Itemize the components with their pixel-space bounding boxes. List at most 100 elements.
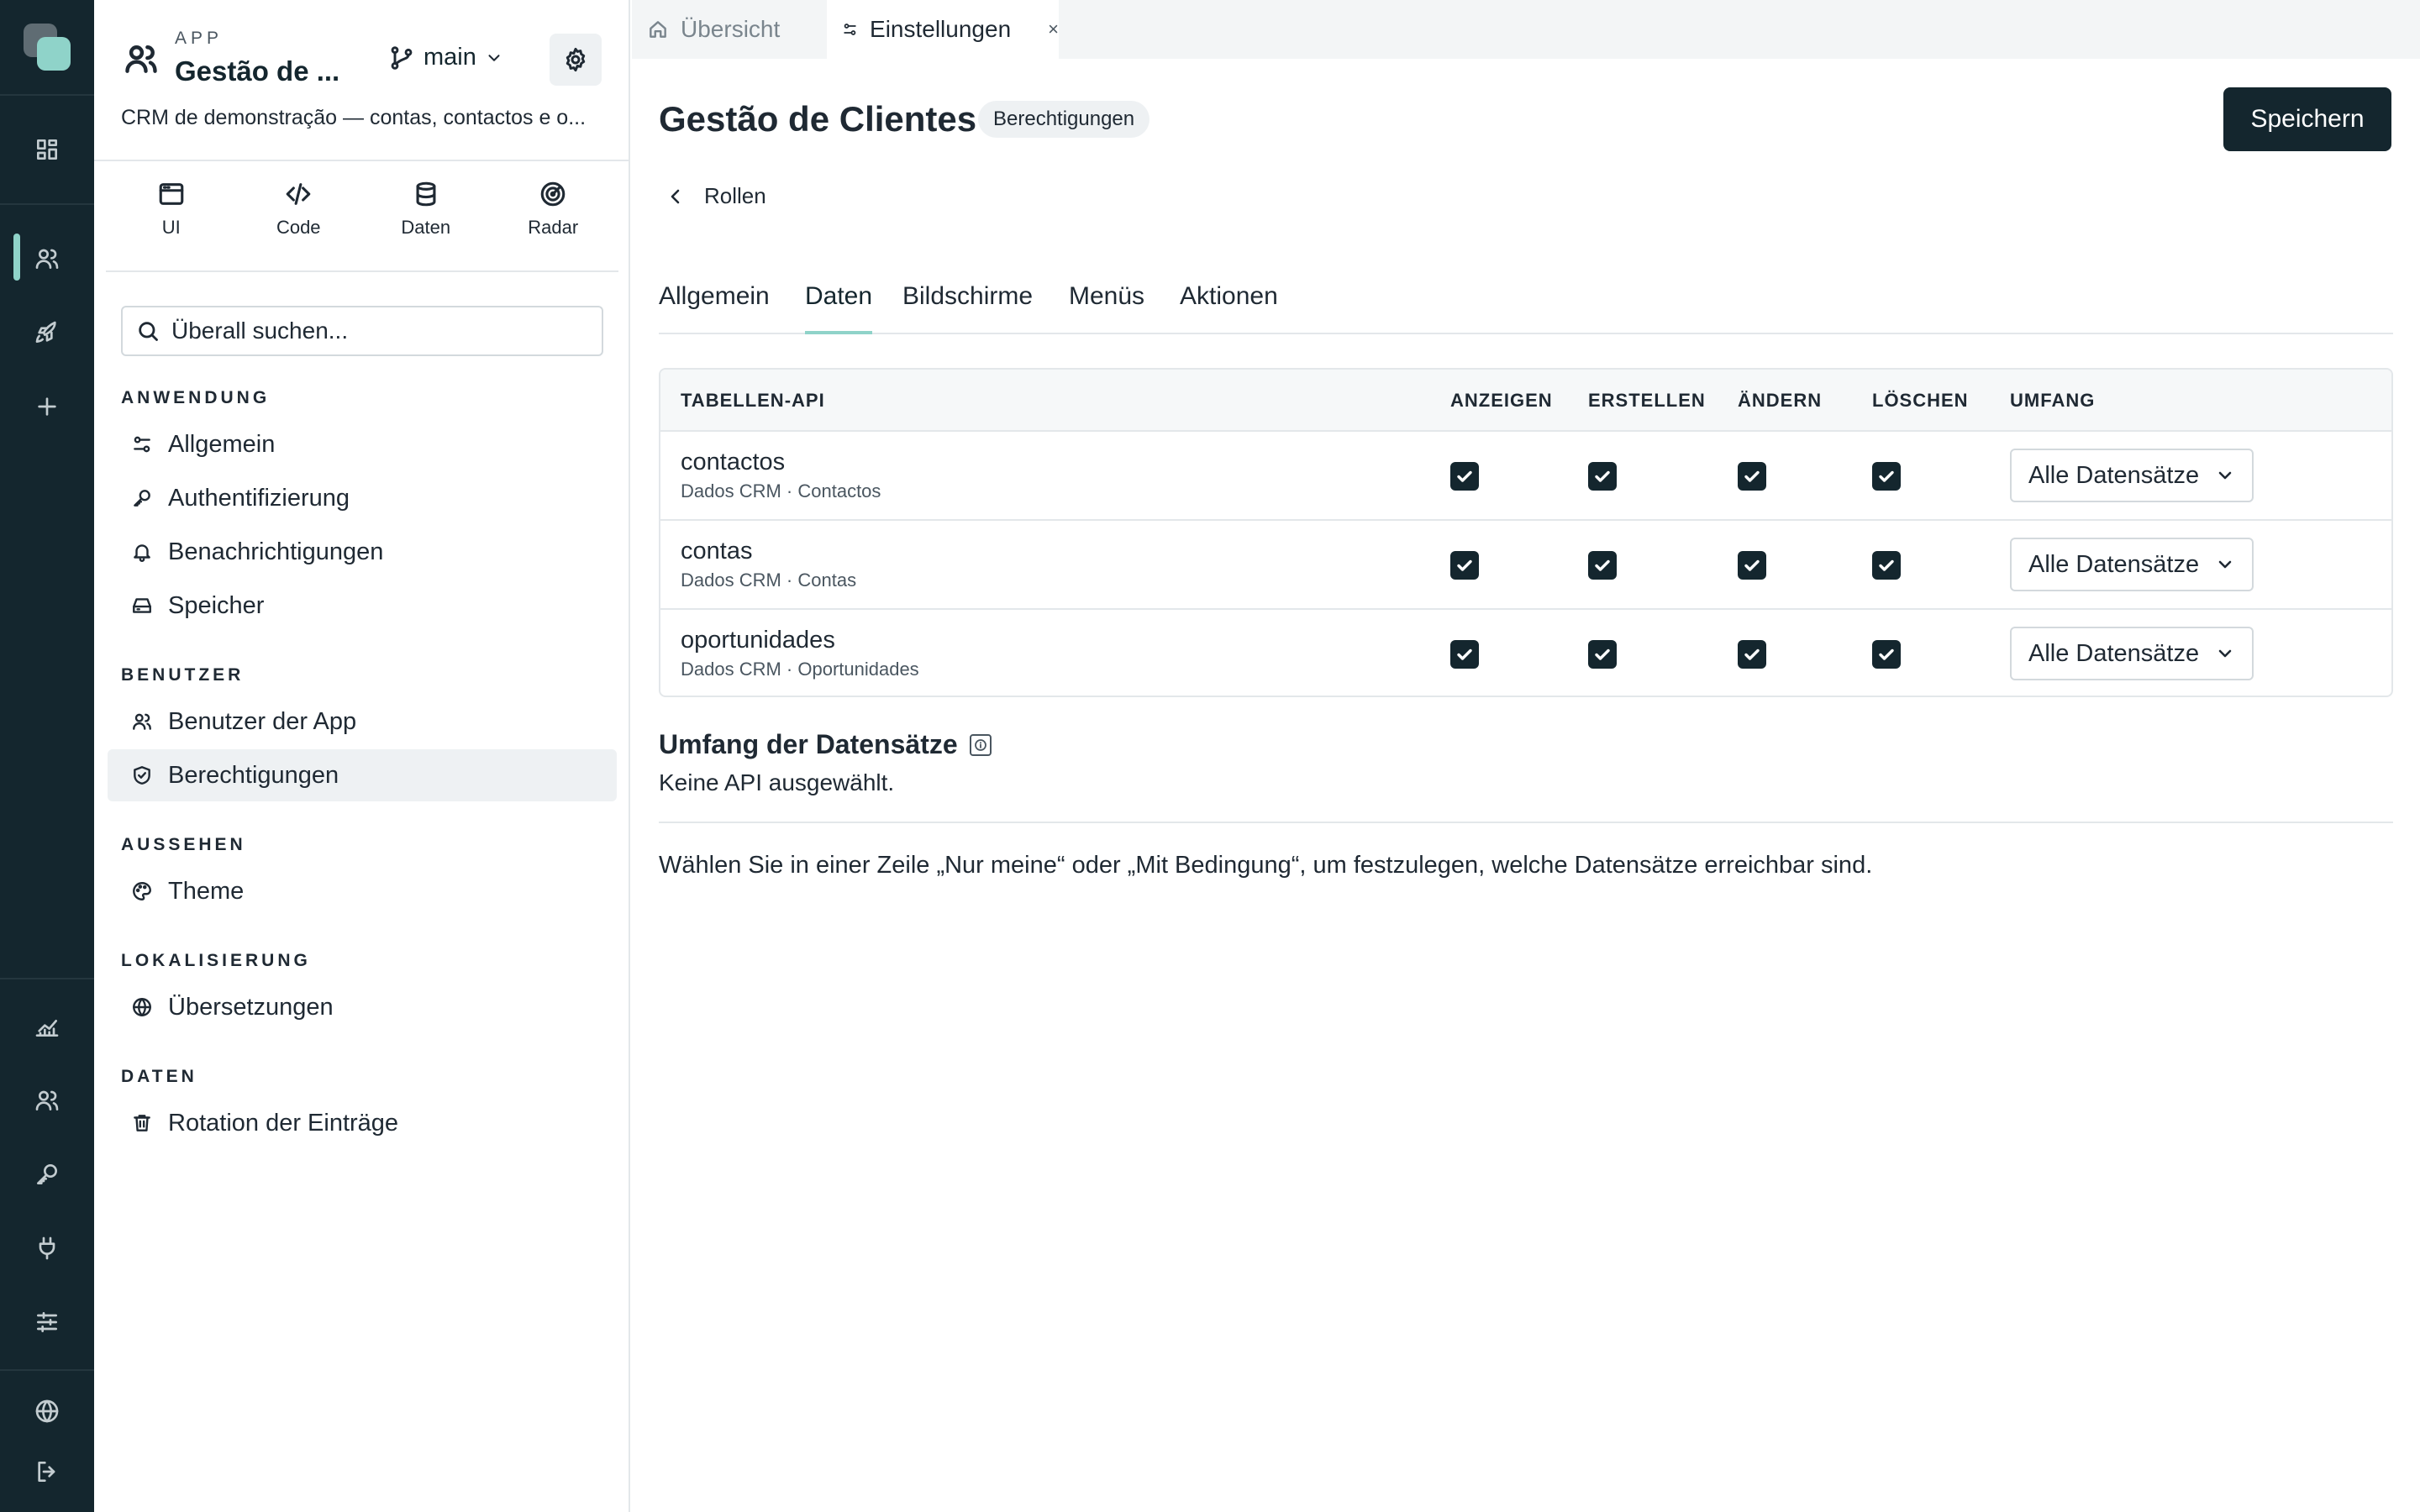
tab-label: Einstellungen [870, 16, 1012, 42]
users-icon[interactable] [27, 239, 67, 279]
api-name: contas [681, 538, 753, 564]
check-icon [1879, 470, 1894, 482]
table-row: oportunidades Dados CRM · Oportunidades … [660, 610, 2391, 696]
column-header: ERSTELLEN [1588, 390, 1706, 411]
checkbox-anzeigen[interactable] [1450, 551, 1479, 580]
close-tab-icon[interactable]: × [1048, 18, 1059, 40]
tab-label: Übersicht [681, 16, 781, 42]
chevron-down-icon [2218, 560, 2232, 569]
tab-menues[interactable]: Menüs [1069, 276, 1144, 334]
mode-switcher: UI Code Daten Radar [108, 180, 617, 239]
logout-icon[interactable] [27, 1452, 67, 1492]
tab-bildschirme[interactable]: Bildschirme [902, 276, 1033, 334]
checkbox-aendern[interactable] [1738, 462, 1766, 491]
check-icon [1457, 470, 1472, 482]
checkbox-aendern[interactable] [1738, 551, 1766, 580]
check-icon [1744, 470, 1760, 482]
checkbox-loeschen[interactable] [1872, 640, 1901, 669]
app-kicker: APP [175, 29, 224, 48]
mode-code[interactable]: Code [235, 180, 363, 239]
chevron-down-icon [2218, 649, 2232, 658]
git-branch-icon [391, 45, 413, 70]
scope-value: Alle Datensätze [2028, 550, 2200, 578]
global-search[interactable] [121, 306, 603, 356]
plug-icon[interactable] [27, 1228, 67, 1268]
brand-logo[interactable] [24, 24, 71, 71]
page-badge: Berechtigungen [978, 101, 1150, 138]
data-permissions-table: TABELLEN-API ANZEIGEN ERSTELLEN ÄNDERN L… [659, 368, 2393, 697]
main-content: Gestão de Clientes Berechtigungen Speich… [632, 59, 2420, 1512]
check-icon [1879, 559, 1894, 571]
api-name: contactos [681, 449, 786, 475]
nav-item-benachrichtigungen[interactable]: Benachrichtigungen [108, 526, 617, 578]
dashboard-grid-icon[interactable] [27, 129, 67, 170]
team-icon[interactable] [27, 1080, 67, 1121]
key-icon[interactable] [27, 1154, 67, 1194]
app-description: CRM de demonstração — contas, contactos … [121, 106, 587, 129]
tab-overview[interactable]: Übersicht [632, 0, 825, 59]
mode-label: Code [276, 217, 321, 238]
checkbox-loeschen[interactable] [1872, 551, 1901, 580]
chevron-left-icon [671, 189, 680, 203]
nav-item-label: Authentifizierung [168, 484, 350, 512]
mode-label: UI [161, 217, 181, 238]
nav-item-speicher[interactable]: Speicher [108, 580, 617, 632]
back-link[interactable]: Rollen [666, 183, 766, 209]
checkbox-loeschen[interactable] [1872, 462, 1901, 491]
add-icon[interactable] [27, 386, 67, 427]
scope-select[interactable]: Alle Datensätze [2010, 627, 2254, 680]
app-settings-button[interactable] [550, 34, 602, 86]
check-icon [1457, 648, 1472, 660]
nav-item-uebersetzungen[interactable]: Übersetzungen [108, 981, 617, 1033]
nav-item-theme[interactable]: Theme [108, 865, 617, 917]
mode-radar[interactable]: Radar [490, 180, 618, 239]
api-name: oportunidades [681, 627, 835, 654]
nav-item-label: Übersetzungen [168, 993, 334, 1021]
rocket-icon[interactable] [27, 312, 67, 353]
browser-window-icon [159, 183, 184, 205]
checkbox-erstellen[interactable] [1588, 462, 1617, 491]
rail-divider [0, 978, 94, 979]
gear-icon [566, 47, 586, 72]
nav-item-label: Speicher [168, 591, 265, 619]
globe-icon[interactable] [27, 1391, 67, 1431]
check-icon [1457, 559, 1472, 571]
checkbox-erstellen[interactable] [1588, 551, 1617, 580]
app-users-icon [123, 40, 160, 77]
info-icon[interactable] [969, 733, 992, 756]
sliders-icon[interactable] [27, 1302, 67, 1342]
tab-settings[interactable]: Einstellungen × [827, 0, 1059, 59]
nav-item-berechtigungen[interactable]: Berechtigungen [108, 749, 617, 801]
checkbox-anzeigen[interactable] [1450, 640, 1479, 669]
nav-item-label: Rotation der Einträge [168, 1109, 399, 1137]
tab-daten[interactable]: Daten [805, 276, 873, 334]
mode-ui[interactable]: UI [108, 180, 235, 239]
nav-item-allgemein[interactable]: Allgemein [108, 418, 617, 470]
checkbox-erstellen[interactable] [1588, 640, 1617, 669]
editor-tabs: Übersicht Einstellungen × [632, 0, 2420, 59]
code-icon [286, 183, 311, 205]
analytics-chart-icon[interactable] [27, 1006, 67, 1047]
trash-icon [134, 1115, 150, 1131]
scope-select[interactable]: Alle Datensätze [2010, 449, 2254, 502]
mode-daten[interactable]: Daten [362, 180, 490, 239]
tab-allgemein[interactable]: Allgemein [659, 276, 770, 334]
key-icon [134, 490, 150, 507]
search-input[interactable] [171, 318, 575, 344]
api-source: Dados CRM · Contactos [681, 480, 881, 501]
scope-hint: Wählen Sie in einer Zeile „Nur meine“ od… [659, 852, 1873, 879]
nav-item-benutzer-der-app[interactable]: Benutzer der App [108, 696, 617, 748]
column-header: LÖSCHEN [1872, 390, 1969, 411]
nav-item-authentifizierung[interactable]: Authentifizierung [108, 472, 617, 524]
nav-item-label: Benachrichtigungen [168, 538, 384, 565]
nav-item-rotation[interactable]: Rotation der Einträge [108, 1097, 617, 1149]
scope-select[interactable]: Alle Datensätze [2010, 538, 2254, 591]
nav-item-label: Allgemein [168, 430, 276, 458]
checkbox-aendern[interactable] [1738, 640, 1766, 669]
branch-selector[interactable]: main [388, 44, 503, 71]
table-header: TABELLEN-API ANZEIGEN ERSTELLEN ÄNDERN L… [660, 370, 2391, 432]
column-header: TABELLEN-API [681, 390, 825, 411]
tab-aktionen[interactable]: Aktionen [1180, 276, 1278, 334]
checkbox-anzeigen[interactable] [1450, 462, 1479, 491]
save-button[interactable]: Speichern [2223, 87, 2391, 151]
